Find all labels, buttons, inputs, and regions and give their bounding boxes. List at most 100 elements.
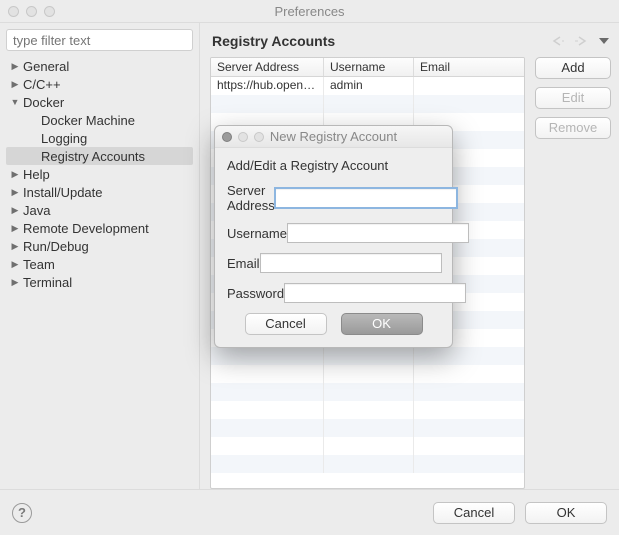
tree-item-terminal[interactable]: ▶Terminal bbox=[6, 273, 193, 291]
tree-item-docker-machine[interactable]: Docker Machine bbox=[6, 111, 193, 129]
table-row[interactable] bbox=[211, 437, 524, 455]
dialog-buttons: Cancel OK bbox=[227, 313, 440, 335]
table-cell bbox=[324, 365, 414, 383]
tree-item-install-update[interactable]: ▶Install/Update bbox=[6, 183, 193, 201]
chevron-right-icon[interactable]: ▶ bbox=[10, 241, 20, 252]
table-cell bbox=[324, 455, 414, 473]
tree-item-label: Docker bbox=[23, 95, 64, 110]
table-cell bbox=[414, 437, 524, 455]
dialog-title: New Registry Account bbox=[215, 129, 452, 144]
table-cell bbox=[324, 383, 414, 401]
page-title: Registry Accounts bbox=[212, 33, 335, 49]
table-cell bbox=[414, 455, 524, 473]
main-header: Registry Accounts bbox=[210, 29, 611, 57]
table-cell bbox=[414, 401, 524, 419]
preferences-window: Preferences ▶General▶C/C++▼DockerDocker … bbox=[0, 0, 619, 535]
dialog-ok-button[interactable]: OK bbox=[341, 313, 423, 335]
footer: ? Cancel OK bbox=[0, 489, 619, 535]
chevron-right-icon[interactable]: ▶ bbox=[10, 205, 20, 216]
filter-input[interactable] bbox=[6, 29, 193, 51]
table-cell: https://hub.open… bbox=[211, 77, 324, 95]
nav-forward-icon[interactable] bbox=[575, 35, 593, 47]
table-row[interactable] bbox=[211, 455, 524, 473]
edit-button[interactable]: Edit bbox=[535, 87, 611, 109]
tree-item-registry-accounts[interactable]: Registry Accounts bbox=[6, 147, 193, 165]
prefs-cancel-button[interactable]: Cancel bbox=[433, 502, 515, 524]
table-cell bbox=[211, 401, 324, 419]
table-cell bbox=[211, 419, 324, 437]
table-cell bbox=[414, 419, 524, 437]
table-cell bbox=[414, 383, 524, 401]
table-cell bbox=[414, 365, 524, 383]
table-row[interactable] bbox=[211, 365, 524, 383]
prefs-ok-button[interactable]: OK bbox=[525, 502, 607, 524]
table-cell bbox=[324, 419, 414, 437]
window-title: Preferences bbox=[0, 4, 619, 19]
remove-button[interactable]: Remove bbox=[535, 117, 611, 139]
chevron-down-icon[interactable]: ▼ bbox=[10, 97, 20, 107]
tree-item-remote-development[interactable]: ▶Remote Development bbox=[6, 219, 193, 237]
dialog-subtitle: Add/Edit a Registry Account bbox=[227, 158, 440, 173]
table-cell bbox=[211, 95, 324, 113]
sidebar: ▶General▶C/C++▼DockerDocker MachineLoggi… bbox=[0, 23, 200, 489]
table-cell bbox=[211, 383, 324, 401]
tree-item-label: Help bbox=[23, 167, 50, 182]
server-address-label: Server Address bbox=[227, 183, 275, 213]
chevron-right-icon[interactable]: ▶ bbox=[10, 169, 20, 180]
col-username[interactable]: Username bbox=[324, 58, 414, 76]
tree-item-general[interactable]: ▶General bbox=[6, 57, 193, 75]
email-input[interactable] bbox=[260, 253, 442, 273]
tree-item-docker[interactable]: ▼Docker bbox=[6, 93, 193, 111]
col-email[interactable]: Email bbox=[414, 58, 524, 76]
table-cell bbox=[211, 455, 324, 473]
chevron-right-icon[interactable]: ▶ bbox=[10, 61, 20, 72]
tree-item-label: C/C++ bbox=[23, 77, 61, 92]
tree-item-run-debug[interactable]: ▶Run/Debug bbox=[6, 237, 193, 255]
table-row[interactable] bbox=[211, 383, 524, 401]
table-row[interactable] bbox=[211, 95, 524, 113]
chevron-right-icon[interactable]: ▶ bbox=[10, 79, 20, 90]
table-row[interactable] bbox=[211, 347, 524, 365]
chevron-right-icon[interactable]: ▶ bbox=[10, 259, 20, 270]
tree-item-label: Java bbox=[23, 203, 50, 218]
tree-item-help[interactable]: ▶Help bbox=[6, 165, 193, 183]
tree-item-label: Registry Accounts bbox=[41, 149, 145, 164]
table-row[interactable]: https://hub.open…admin bbox=[211, 77, 524, 95]
username-input[interactable] bbox=[287, 223, 469, 243]
table-cell bbox=[414, 347, 524, 365]
nav-menu-icon[interactable] bbox=[599, 36, 609, 46]
col-server[interactable]: Server Address bbox=[211, 58, 324, 76]
chevron-right-icon[interactable]: ▶ bbox=[10, 187, 20, 198]
add-button[interactable]: Add bbox=[535, 57, 611, 79]
dialog-cancel-button[interactable]: Cancel bbox=[245, 313, 327, 335]
window-titlebar: Preferences bbox=[0, 0, 619, 22]
tree-item-c-c-[interactable]: ▶C/C++ bbox=[6, 75, 193, 93]
server-address-input[interactable] bbox=[275, 188, 457, 208]
help-icon[interactable]: ? bbox=[12, 503, 32, 523]
tree-item-label: Team bbox=[23, 257, 55, 272]
email-label: Email bbox=[227, 256, 260, 271]
nav-back-icon[interactable] bbox=[551, 35, 569, 47]
table-cell bbox=[211, 347, 324, 365]
tree-item-label: Logging bbox=[41, 131, 87, 146]
username-label: Username bbox=[227, 226, 287, 241]
table-cell bbox=[211, 365, 324, 383]
tree-item-logging[interactable]: Logging bbox=[6, 129, 193, 147]
chevron-right-icon[interactable]: ▶ bbox=[10, 223, 20, 234]
password-input[interactable] bbox=[284, 283, 466, 303]
chevron-right-icon[interactable]: ▶ bbox=[10, 277, 20, 288]
table-cell bbox=[414, 77, 524, 95]
tree-item-label: General bbox=[23, 59, 69, 74]
tree-item-label: Remote Development bbox=[23, 221, 149, 236]
table-row[interactable] bbox=[211, 401, 524, 419]
table-row[interactable] bbox=[211, 419, 524, 437]
preferences-tree: ▶General▶C/C++▼DockerDocker MachineLoggi… bbox=[6, 57, 193, 291]
table-header: Server Address Username Email bbox=[211, 58, 524, 77]
tree-item-label: Terminal bbox=[23, 275, 72, 290]
new-registry-dialog: New Registry Account Add/Edit a Registry… bbox=[214, 125, 453, 348]
dialog-titlebar: New Registry Account bbox=[215, 126, 452, 148]
tree-item-team[interactable]: ▶Team bbox=[6, 255, 193, 273]
table-cell bbox=[414, 95, 524, 113]
dialog-body: Add/Edit a Registry Account Server Addre… bbox=[215, 148, 452, 347]
tree-item-java[interactable]: ▶Java bbox=[6, 201, 193, 219]
